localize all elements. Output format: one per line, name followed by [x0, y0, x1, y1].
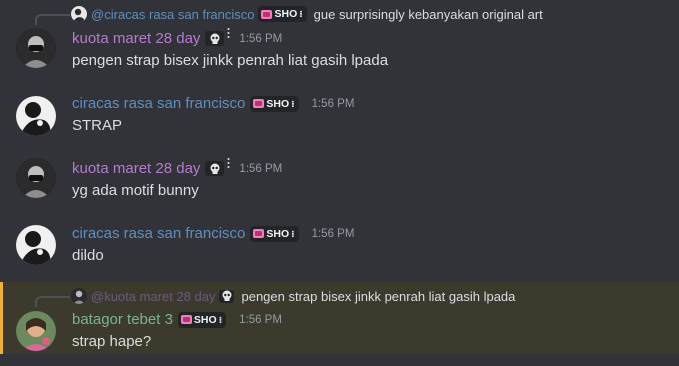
- reply-avatar[interactable]: [71, 288, 87, 304]
- guild-tag[interactable]: SHO ⁝: [258, 6, 307, 22]
- guild-tag-icon: [261, 9, 273, 19]
- message-content: STRAP: [72, 117, 123, 134]
- timestamp[interactable]: 1:56 PM: [312, 228, 355, 240]
- avatar[interactable]: [16, 311, 56, 351]
- message-content: dildo: [72, 247, 104, 264]
- reply-author[interactable]: @ciracas rasa san francisco: [91, 7, 254, 22]
- reply-text: gue surprisingly kebanyakan original art: [313, 6, 543, 22]
- avatar[interactable]: [16, 28, 56, 68]
- reply-avatar[interactable]: [71, 6, 87, 22]
- username[interactable]: ciracas rasa san francisco: [72, 225, 245, 242]
- message-content: yg ada motif bunny: [72, 182, 199, 199]
- message-header: ciracas rasa san francisco SHO ⁝ 1:56 PM: [72, 95, 354, 112]
- guild-tag[interactable]: SHO ⁝: [250, 225, 299, 242]
- guild-tag[interactable]: SHO ⁝: [250, 95, 299, 112]
- username[interactable]: ciracas rasa san francisco: [72, 95, 245, 112]
- message-header: kuota maret 28 day 1:56 PM: [72, 28, 282, 47]
- message-content: pengen strap bisex jinkk penrah liat gas…: [72, 52, 389, 69]
- reply-spine: [35, 296, 70, 307]
- message-header: kuota maret 28 day 1:56 PM: [72, 158, 282, 177]
- reply-spine: [35, 14, 70, 25]
- guild-tag-icon: [253, 229, 265, 238]
- username[interactable]: kuota maret 28 day: [72, 30, 200, 47]
- reply-text: pengen strap bisex jinkk penrah liat gas…: [241, 288, 516, 304]
- message-header: ciracas rasa san francisco SHO ⁝ 1:56 PM: [72, 225, 354, 242]
- timestamp[interactable]: 1:56 PM: [239, 314, 282, 326]
- skull-icon[interactable]: [205, 28, 230, 46]
- username[interactable]: kuota maret 28 day: [72, 160, 200, 177]
- username[interactable]: batagor tebet 3: [72, 311, 173, 328]
- reply-author[interactable]: @kuota maret 28 day: [91, 289, 215, 304]
- skull-icon[interactable]: [219, 289, 235, 303]
- message-header: batagor tebet 3 SHO ⁝ 1:56 PM: [72, 311, 282, 328]
- message-content: strap hape?: [72, 333, 152, 350]
- reply-preview[interactable]: @ciracas rasa san francisco SHO ⁝ gue sur…: [71, 6, 543, 22]
- guild-tag[interactable]: SHO ⁝: [177, 311, 227, 328]
- timestamp[interactable]: 1:56 PM: [239, 33, 282, 45]
- avatar[interactable]: [16, 96, 56, 136]
- reply-preview[interactable]: @kuota maret 28 day pengen strap bisex j…: [71, 288, 515, 304]
- guild-tag-icon: [253, 99, 265, 108]
- skull-icon[interactable]: [205, 158, 230, 176]
- avatar[interactable]: [16, 225, 56, 265]
- timestamp[interactable]: 1:56 PM: [239, 163, 282, 175]
- guild-tag-icon: [180, 315, 192, 324]
- timestamp[interactable]: 1:56 PM: [312, 98, 355, 110]
- avatar[interactable]: [16, 158, 56, 198]
